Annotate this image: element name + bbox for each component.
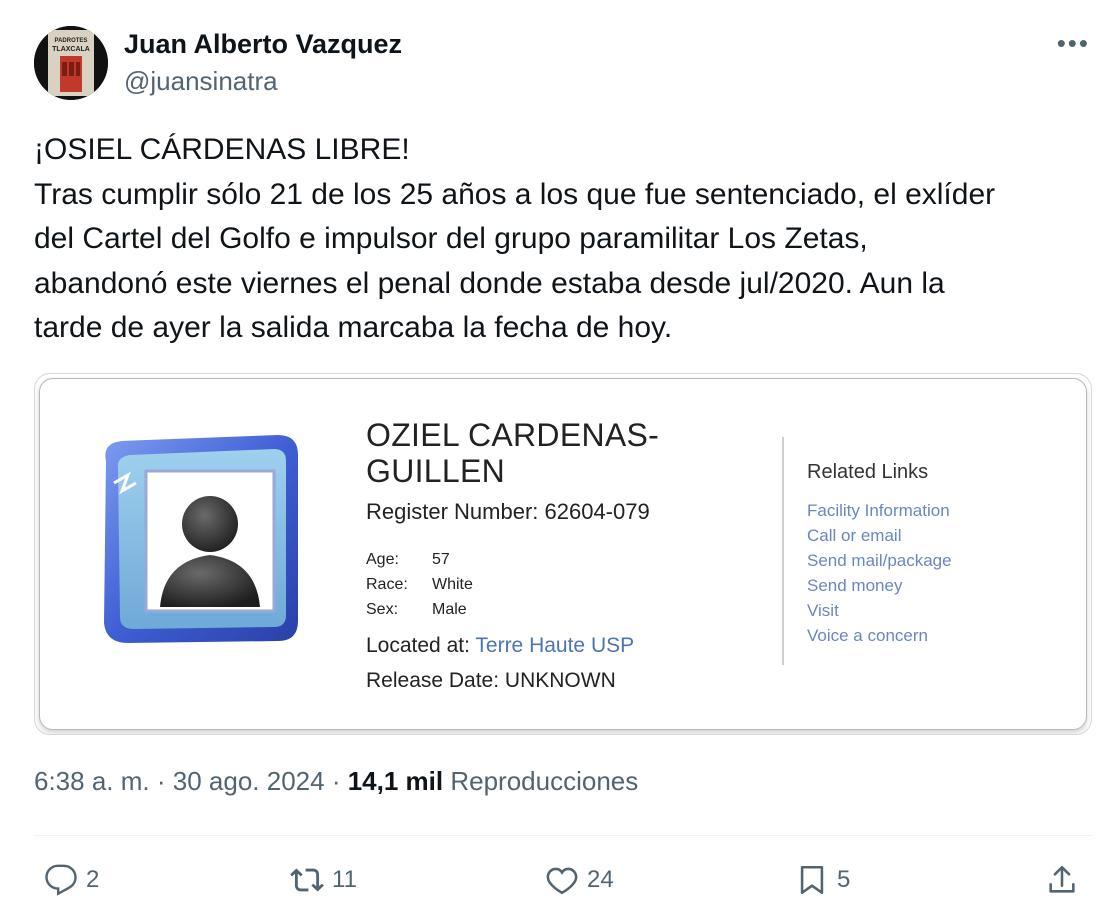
author-block: Juan Alberto Vazquez @juansinatra xyxy=(124,28,402,98)
related-link-call-or-email: Call or email xyxy=(807,526,902,545)
like-count: 24 xyxy=(587,866,614,893)
svg-text:PADROTES: PADROTES xyxy=(55,38,88,44)
age-value: 57 xyxy=(432,551,450,568)
author-name[interactable]: Juan Alberto Vazquez xyxy=(124,28,402,60)
svg-text:TLAXCALA: TLAXCALA xyxy=(52,46,90,53)
sex-label: Sex: xyxy=(366,601,399,618)
related-link-send-mail-package: Send mail/package xyxy=(807,551,952,570)
register-number: Register Number: 62604-079 xyxy=(366,499,650,524)
retweet-button[interactable]: 11 xyxy=(290,858,357,902)
inmate-name-line: OZIEL CARDENAS- xyxy=(366,417,660,453)
bookmark-icon xyxy=(800,865,824,895)
bookmark-button[interactable]: 5 xyxy=(795,858,850,902)
tweet-line: Tras cumplir sólo 21 de los 25 años a lo… xyxy=(34,177,996,211)
age-label: Age: xyxy=(366,551,399,568)
related-links-title: Related Links xyxy=(807,461,929,483)
age-row: Age: 57 xyxy=(366,547,473,572)
tweet-date[interactable]: 30 ago. 2024 xyxy=(173,766,325,796)
related-link-visit: Visit xyxy=(807,601,839,620)
share-icon xyxy=(1049,865,1075,893)
meta-separator: · xyxy=(331,766,341,796)
like-button[interactable]: 24 xyxy=(545,858,614,902)
action-bar: 2 11 24 5 xyxy=(0,858,1120,902)
tweet-line: tarde de ayer la salida marcaba la fecha… xyxy=(34,311,673,345)
inmate-name-line: GUILLEN xyxy=(366,453,506,489)
tweet-line: ¡OSIEL CÁRDENAS LIBRE! xyxy=(34,133,410,166)
tweet-time[interactable]: 6:38 a. m. xyxy=(34,766,150,796)
views-count: 14,1 mil xyxy=(347,766,444,796)
release-date: Release Date: UNKNOWN xyxy=(366,669,616,692)
avatar[interactable]: PADROTES TLAXCALA xyxy=(34,26,108,100)
more-icon[interactable]: ••• xyxy=(1057,28,1090,59)
like-icon xyxy=(546,867,578,895)
located-at: Located at: Terre Haute USP xyxy=(366,634,634,658)
reply-icon xyxy=(45,864,77,896)
retweet-count: 11 xyxy=(332,866,357,893)
facility-link: Terre Haute USP xyxy=(475,634,635,657)
meta-separator: · xyxy=(156,766,166,796)
share-button[interactable] xyxy=(1045,858,1079,902)
tweet-line: abandonó este viernes el penal donde est… xyxy=(34,266,945,300)
related-links: Related Links Facility Information Call … xyxy=(807,461,952,648)
tweet-text: ¡OSIEL CÁRDENAS LIBRE! Tras cumplir sólo… xyxy=(34,128,1084,351)
located-label: Located at: xyxy=(366,634,470,657)
inmate-name: OZIEL CARDENAS- GUILLEN xyxy=(366,417,659,489)
retweet-icon xyxy=(290,868,324,892)
sex-value: Male xyxy=(432,601,467,618)
inmate-card: OZIEL CARDENAS- GUILLEN Register Number:… xyxy=(39,378,1087,730)
race-label: Race: xyxy=(366,576,408,593)
related-link-facility-information: Facility Information xyxy=(807,501,950,520)
views-label: Reproducciones xyxy=(450,766,639,796)
tweet-line: del Cartel del Golfo e impulsor del grup… xyxy=(34,222,868,256)
book-cover-image: PADROTES TLAXCALA xyxy=(34,26,108,100)
related-link-send-money: Send money xyxy=(807,576,903,595)
tweet-meta: 6:38 a. m. · 30 ago. 2024 · 14,1 mil Rep… xyxy=(34,766,638,797)
race-row: Race: White xyxy=(366,572,473,597)
inmate-details: Age: 57 Race: White Sex: Male xyxy=(366,547,473,622)
author-handle[interactable]: @juansinatra xyxy=(124,64,402,98)
reply-count: 2 xyxy=(86,866,100,893)
attached-image[interactable]: OZIEL CARDENAS- GUILLEN Register Number:… xyxy=(34,373,1092,735)
race-value: White xyxy=(432,576,473,593)
reply-button[interactable]: 2 xyxy=(44,858,99,902)
related-link-voice-a-concern: Voice a concern xyxy=(807,626,928,645)
person-silhouette-icon xyxy=(104,435,298,643)
divider xyxy=(34,835,1092,836)
sex-row: Sex: Male xyxy=(366,597,473,622)
bookmark-count: 5 xyxy=(837,866,851,893)
divider xyxy=(782,437,784,665)
